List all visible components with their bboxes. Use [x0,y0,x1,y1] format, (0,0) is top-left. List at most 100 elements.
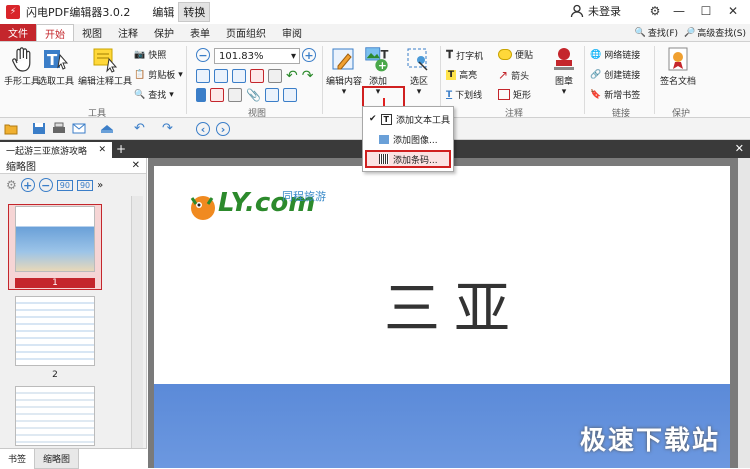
select-area-button[interactable]: 选区 ▾ [405,46,433,97]
undo-icon[interactable]: ↶ [134,121,145,136]
settings-gear-icon[interactable]: ⚙ [6,178,17,192]
user-login[interactable]: 未登录 [570,3,621,19]
edit-content-button[interactable]: 编辑内容 ▾ [326,46,362,97]
actual-size-icon[interactable] [196,69,210,83]
title-tab-convert[interactable]: 转换 [178,2,211,22]
menu-add-text-tool[interactable]: ✔ T 添加文本工具 [365,110,451,128]
attachment-icon[interactable]: 📎 [246,88,261,102]
title-tab-edit[interactable]: 编辑 [148,3,178,21]
typewriter-icon: 𝐓 [446,48,454,61]
create-link-button[interactable]: 🔗 创建链接 [590,68,640,82]
menu-protect[interactable]: 保护 [146,24,182,41]
menu-file[interactable]: 文件 [0,24,36,41]
menu-annotate[interactable]: 注释 [110,24,146,41]
sign-document-button[interactable]: 签名文档 [660,46,696,87]
menu-add-barcode[interactable]: 添加条码... [365,150,451,168]
rotate-left-icon[interactable]: ↶ [286,68,298,84]
arrow-button[interactable]: ↗ 箭头 [498,68,529,82]
fit-width-icon[interactable] [232,69,246,83]
checkmark-icon: ✔ [369,114,377,124]
menu-bar: 文件 开始 视图 注释 保护 表单 页面组织 审阅 🔍 查找(F) 🔎 高级查找(S… [0,24,750,42]
close-button[interactable]: ✕ [724,3,742,19]
new-bookmark-button[interactable]: 🔖 新增书签 [590,88,640,102]
continuous-page-icon[interactable] [264,88,279,102]
open-folder-icon[interactable] [4,122,18,135]
document-tab[interactable]: 一起游三亚旅游攻略 ✕ [0,142,112,158]
more-options-icon[interactable]: » [97,180,103,191]
menu-start[interactable]: 开始 [36,24,74,41]
underline-button[interactable]: T 下划线 [446,88,482,102]
separator [186,46,187,114]
dropdown-arrow-icon: ▾ [169,89,174,100]
clipboard-button[interactable]: 📋 剪贴板 ▾ [134,68,183,82]
page-heading: 三亚 [384,277,524,342]
page-number-1: 1 [15,278,95,288]
app-logo-icon: ⚡ [6,5,20,19]
next-view-icon[interactable]: › [216,122,230,136]
menu-add-image[interactable]: 添加图像... [365,130,451,148]
reflow-icon[interactable] [268,69,282,83]
thumbnail-scrollbar[interactable] [131,196,143,448]
previous-view-icon[interactable]: ‹ [196,122,210,136]
edit-annotation-icon [91,46,119,74]
close-panel-icon[interactable]: ✕ [132,160,146,171]
thumb-zoom-in-icon[interactable]: + [20,178,35,192]
menu-view[interactable]: 视图 [74,24,110,41]
app-title: 闪电PDF编辑器3.0.2 [26,6,131,19]
email-icon[interactable] [72,122,86,135]
scanner-icon[interactable] [100,122,114,135]
typewriter-button[interactable]: 𝐓 打字机 [446,48,483,62]
rotate-right-icon[interactable]: ↷ [302,68,314,84]
zoom-in-button[interactable]: + [302,48,316,62]
weblink-button[interactable]: 🌐 网络链接 [590,48,640,62]
page-thumbnail-2[interactable] [15,296,95,366]
zoom-combobox[interactable]: 101.83% ▾ [214,48,300,64]
menu-page-organize[interactable]: 页面组织 [218,24,274,41]
company-logo-subtitle: 同程旅游 [282,190,326,203]
page-thumbnail-3[interactable] [15,386,95,446]
search-icon: 🔍 [634,27,646,38]
minimize-button[interactable]: — [670,3,688,19]
highlight-button[interactable]: T 高亮 [446,68,477,81]
redo-icon[interactable]: ↷ [162,121,173,136]
single-page-icon[interactable] [210,88,224,102]
close-all-tabs-icon[interactable]: ✕ [735,142,744,155]
fit-page-icon[interactable] [214,69,228,83]
find-button[interactable]: 🔍 查找(F) [634,26,678,40]
find-tool-button[interactable]: 🔍 查找 ▾ [134,88,174,102]
save-icon[interactable] [32,122,46,135]
rotate-right-90-icon[interactable]: 90 [76,179,94,191]
panel-bottom-tabs: 书签 缩略图 [0,448,147,469]
new-tab-icon[interactable]: + [116,142,126,156]
note-button[interactable]: 便贴 [498,48,533,61]
tab-bookmarks[interactable]: 书签 [0,449,34,469]
thumb-zoom-out-icon[interactable]: − [38,178,53,192]
edit-annot-tool-button[interactable]: 编辑注释工具 [78,46,132,87]
svg-text:T: T [47,51,58,69]
close-tab-icon[interactable]: ✕ [98,145,106,155]
advanced-find-button[interactable]: 🔎 高级查找(S) [684,26,746,40]
stamp-button[interactable]: 图章 ▾ [550,46,578,97]
document-scrollbar[interactable] [738,158,750,468]
select-tool-button[interactable]: T 选取工具 [38,46,74,87]
skin-icon[interactable]: ⚙ [646,3,664,19]
layer-icon[interactable] [282,88,297,102]
dropdown-arrow-icon: ▾ [561,87,567,97]
hand-tool-button[interactable]: 手形工具 [4,46,40,87]
tab-thumbnails[interactable]: 缩略图 [34,448,80,469]
two-page-icon[interactable] [228,88,242,102]
snapshot-button[interactable]: 📷 快照 [134,48,166,62]
thumbnail-toolbar: ⚙ + − 90 90 » [0,174,146,196]
rotate-left-90-icon[interactable]: 90 [56,179,73,191]
menu-form[interactable]: 表单 [182,24,218,41]
maximize-button[interactable]: ☐ [697,3,715,19]
bookmark-icon[interactable] [196,88,206,102]
print-icon[interactable] [52,122,66,135]
add-content-icon: T + [364,46,392,74]
rect-button[interactable]: 矩形 [498,88,531,101]
fit-visible-icon[interactable] [250,69,264,83]
menu-review[interactable]: 审阅 [274,24,310,41]
camera-icon: 📷 [134,49,146,60]
page-thumbnail-1[interactable] [15,206,95,272]
zoom-out-button[interactable]: − [196,48,210,62]
